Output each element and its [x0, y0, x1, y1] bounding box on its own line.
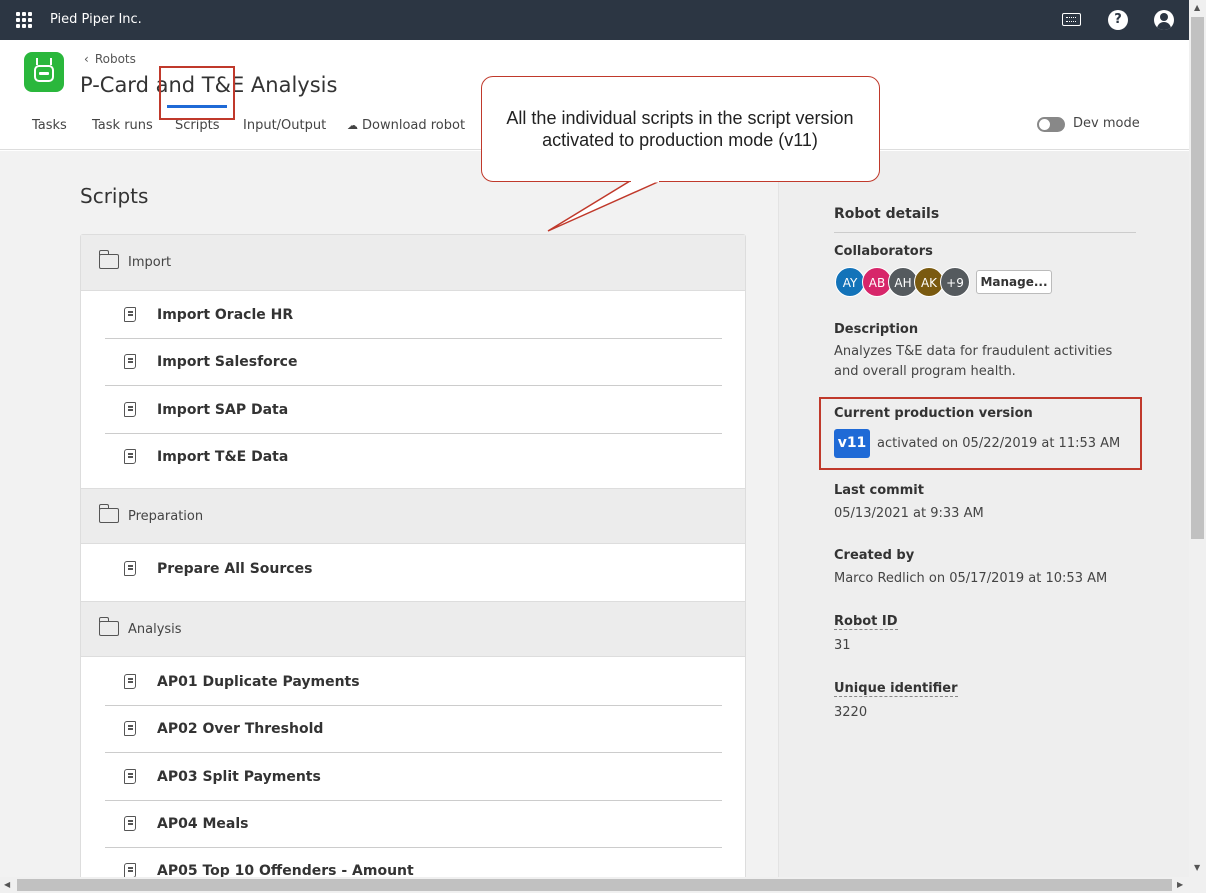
script-item[interactable]: Import SAP Data: [105, 387, 722, 434]
production-activated-text: activated on 05/22/2019 at 11:53 AM: [877, 436, 1121, 451]
script-item[interactable]: AP02 Over Threshold: [105, 706, 722, 753]
horizontal-scroll-thumb[interactable]: [17, 879, 1172, 891]
tab-download-robot[interactable]: ☁ Download robot: [347, 118, 465, 133]
cloud-download-icon: ☁: [347, 119, 358, 132]
script-item[interactable]: Import T&E Data: [105, 434, 722, 481]
horizontal-scrollbar[interactable]: ◀ ▶: [0, 877, 1189, 893]
scroll-right-arrow-icon[interactable]: ▶: [1177, 880, 1183, 889]
scrollbar-corner: [1189, 877, 1206, 893]
scripts-heading: Scripts: [80, 184, 149, 208]
scroll-up-arrow-icon[interactable]: ▲: [1194, 3, 1200, 12]
chevron-left-icon: ‹: [84, 52, 89, 66]
script-name[interactable]: AP03 Split Payments: [157, 769, 321, 785]
callout-text: All the individual scripts in the script…: [482, 107, 878, 151]
script-name[interactable]: Import Salesforce: [157, 354, 297, 370]
scroll-down-arrow-icon[interactable]: ▼: [1194, 863, 1200, 872]
vertical-scrollbar[interactable]: ▲ ▼: [1189, 0, 1206, 877]
script-icon: [124, 307, 136, 322]
breadcrumb[interactable]: ‹ Robots: [84, 52, 136, 66]
script-item[interactable]: AP04 Meals: [105, 801, 722, 848]
scripts-list: Import Import Oracle HR Import Salesforc…: [80, 234, 746, 877]
script-name[interactable]: Import T&E Data: [157, 449, 288, 465]
script-icon: [124, 769, 136, 784]
callout-line-2: activated to production mode (v11): [542, 130, 818, 150]
script-item[interactable]: AP01 Duplicate Payments: [105, 659, 722, 706]
script-icon: [124, 674, 136, 689]
script-name[interactable]: AP04 Meals: [157, 816, 248, 832]
group-name: Preparation: [128, 509, 204, 524]
script-name[interactable]: AP01 Duplicate Payments: [157, 674, 360, 690]
robot-details-panel: Robot details Collaborators AY AB AH AK …: [778, 151, 1189, 877]
last-commit-label: Last commit: [834, 483, 924, 498]
script-icon: [124, 721, 136, 736]
vertical-scroll-thumb[interactable]: [1191, 17, 1204, 539]
robot-id-label[interactable]: Robot ID: [834, 614, 898, 630]
script-item[interactable]: Import Salesforce: [105, 339, 722, 386]
group-name: Analysis: [128, 622, 182, 637]
app-launcher-icon[interactable]: [16, 12, 32, 28]
folder-icon: [98, 504, 119, 523]
unique-identifier-label[interactable]: Unique identifier: [834, 681, 958, 697]
group-import[interactable]: Import: [81, 235, 745, 291]
download-robot-label: Download robot: [362, 118, 466, 133]
description-label: Description: [834, 322, 919, 337]
robot-id-value: 31: [834, 638, 851, 653]
callout-line-1: All the individual scripts in the script…: [506, 108, 854, 128]
last-commit-value: 05/13/2021 at 9:33 AM: [834, 506, 984, 521]
script-icon: [124, 449, 136, 464]
production-version-label: Current production version: [834, 406, 1033, 421]
avatar[interactable]: AY: [835, 267, 865, 297]
robot-icon: [24, 52, 64, 92]
script-icon: [124, 863, 136, 877]
script-name[interactable]: AP02 Over Threshold: [157, 721, 323, 737]
tab-tasks[interactable]: Tasks: [32, 118, 67, 133]
version-badge[interactable]: v11: [834, 429, 870, 458]
keyboard-icon[interactable]: [1062, 13, 1081, 26]
org-name[interactable]: Pied Piper Inc.: [50, 12, 142, 27]
tab-input-output[interactable]: Input/Output: [243, 118, 326, 133]
folder-icon: [98, 617, 119, 636]
help-icon[interactable]: ?: [1108, 10, 1128, 30]
collaborators-label: Collaborators: [834, 244, 933, 259]
created-by-value: Marco Redlich on 05/17/2019 at 10:53 AM: [834, 571, 1108, 586]
robot-details-heading: Robot details: [834, 206, 1136, 233]
scroll-left-arrow-icon[interactable]: ◀: [4, 880, 10, 889]
top-bar: Pied Piper Inc. ?: [0, 0, 1189, 40]
dev-mode-label: Dev mode: [1073, 116, 1140, 131]
group-name: Import: [128, 255, 172, 270]
folder-icon: [98, 250, 119, 269]
dev-mode-toggle[interactable]: [1037, 117, 1065, 132]
script-name[interactable]: Import Oracle HR: [157, 307, 293, 323]
tab-task-runs[interactable]: Task runs: [92, 118, 153, 133]
group-analysis[interactable]: Analysis: [81, 601, 745, 657]
script-name[interactable]: AP05 Top 10 Offenders - Amount: [157, 863, 414, 877]
script-item[interactable]: AP05 Top 10 Offenders - Amount: [105, 848, 722, 877]
script-item[interactable]: Import Oracle HR: [105, 292, 722, 339]
script-item[interactable]: AP03 Split Payments: [105, 754, 722, 801]
unique-identifier-value: 3220: [834, 705, 868, 720]
created-by-label: Created by: [834, 548, 915, 563]
script-item[interactable]: Prepare All Sources: [105, 546, 722, 593]
script-icon: [124, 816, 136, 831]
script-name[interactable]: Import SAP Data: [157, 402, 288, 418]
manage-collaborators-button[interactable]: Manage...: [976, 270, 1052, 294]
script-icon: [124, 402, 136, 417]
annotation-box-scripts-tab: [159, 66, 235, 120]
script-name[interactable]: Prepare All Sources: [157, 561, 312, 577]
group-preparation[interactable]: Preparation: [81, 488, 745, 544]
description-text: Analyzes T&E data for fraudulent activit…: [834, 344, 1113, 379]
user-account-icon[interactable]: [1154, 10, 1174, 30]
tab-scripts[interactable]: Scripts: [175, 118, 219, 133]
script-icon: [124, 561, 136, 576]
breadcrumb-robots[interactable]: Robots: [95, 52, 136, 66]
scripts-panel: Scripts Import Import Oracle HR Import S…: [0, 151, 778, 877]
avatar-overflow-count[interactable]: +9: [940, 267, 970, 297]
script-icon: [124, 354, 136, 369]
annotation-callout: All the individual scripts in the script…: [481, 76, 880, 182]
